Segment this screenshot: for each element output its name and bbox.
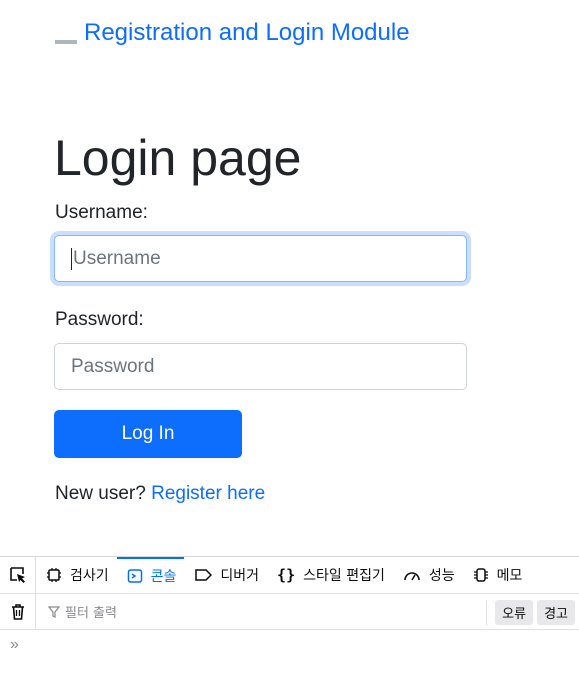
log-level-filters: 오류 경고 <box>486 600 579 625</box>
register-text: New user? Register here <box>55 483 265 505</box>
brand-link[interactable]: Registration and Login Module <box>84 18 410 48</box>
warnings-filter-button[interactable]: 경고 <box>537 600 575 625</box>
tab-inspector-label: 검사기 <box>70 568 109 584</box>
filter-icon <box>48 605 60 618</box>
trash-icon <box>11 603 24 620</box>
clear-console-button[interactable] <box>0 593 36 630</box>
tab-console[interactable]: 콘솔 <box>116 557 185 593</box>
filter-output-input[interactable]: 필터 출력 <box>48 602 117 621</box>
tab-console-label: 콘솔 <box>150 569 177 585</box>
console-prompt-icon: » <box>10 636 19 653</box>
password-input[interactable]: Password <box>54 343 467 390</box>
tab-memory[interactable]: 메모 <box>463 557 531 593</box>
tab-inspector[interactable]: 검사기 <box>36 557 117 593</box>
navbar-brand[interactable]: Registration and Login Module <box>55 18 410 48</box>
page-title: Login page <box>54 130 302 186</box>
tab-performance[interactable]: 성능 <box>393 557 463 593</box>
brand-logo <box>55 40 77 44</box>
inspector-icon <box>46 567 62 583</box>
console-icon <box>127 568 143 584</box>
tab-style-editor-label: 스타일 편집기 <box>303 568 385 584</box>
text-caret <box>71 247 72 270</box>
devtools-panel: 검사기 콘솔 디버거 {} 스타일 편집기 성능 메모 필터 출력 오류 경고 … <box>0 556 579 694</box>
devtools-tabbar: 검사기 콘솔 디버거 {} 스타일 편집기 성능 메모 <box>0 557 579 594</box>
performance-icon <box>403 567 421 583</box>
tab-memory-label: 메모 <box>496 568 523 584</box>
password-placeholder: Password <box>71 355 155 377</box>
element-picker-icon <box>9 567 25 583</box>
tab-performance-label: 성능 <box>428 568 455 584</box>
tab-style-editor[interactable]: {} 스타일 편집기 <box>267 557 393 593</box>
memory-icon <box>473 567 489 583</box>
password-label: Password: <box>55 309 144 330</box>
login-button[interactable]: Log In <box>54 410 242 458</box>
element-picker-button[interactable] <box>0 557 36 593</box>
tab-debugger-label: 디버거 <box>220 568 260 584</box>
console-input[interactable]: » <box>0 630 579 660</box>
style-editor-icon: {} <box>277 566 296 584</box>
console-toolbar: 필터 출력 오류 경고 <box>0 593 579 630</box>
username-input[interactable]: Username <box>54 235 467 282</box>
login-page: Registration and Login Module Login page… <box>0 0 579 556</box>
register-link[interactable]: Register here <box>151 483 265 504</box>
register-prompt: New user? <box>55 483 152 504</box>
username-placeholder: Username <box>73 247 161 269</box>
username-label: Username: <box>55 202 148 223</box>
tab-debugger[interactable]: 디버거 <box>184 557 267 593</box>
errors-filter-button[interactable]: 오류 <box>495 600 534 625</box>
debugger-icon <box>194 567 213 583</box>
filter-placeholder: 필터 출력 <box>65 606 117 621</box>
